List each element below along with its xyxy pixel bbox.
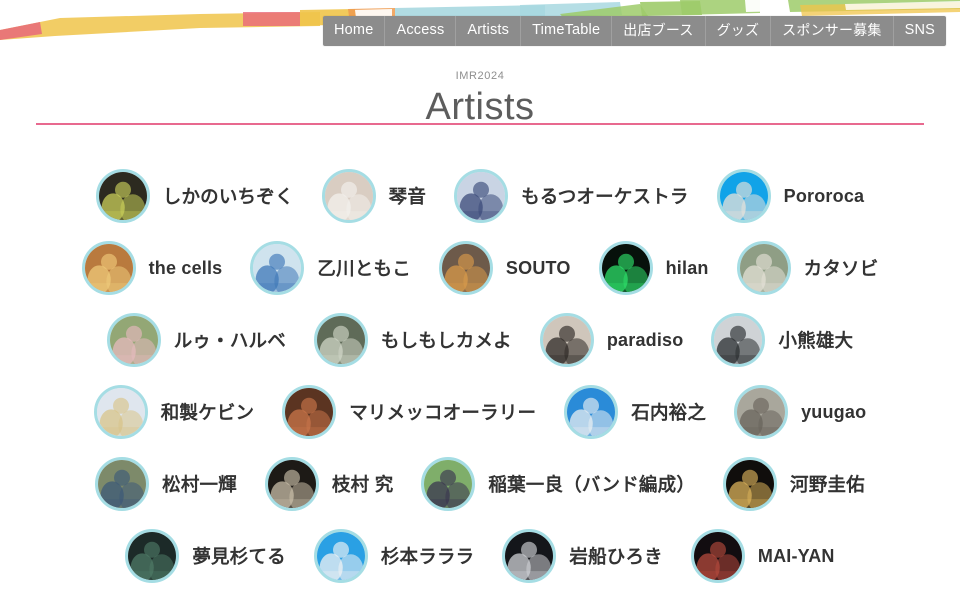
- portrait-group-blue-avatar[interactable]: [716, 169, 771, 223]
- artist-name: 石内裕之: [631, 402, 707, 423]
- nav-item-sns[interactable]: SNS: [894, 16, 946, 46]
- nav-item-sponsors[interactable]: スポンサー募集: [771, 16, 894, 46]
- artist-item[interactable]: SOUTO: [438, 241, 571, 295]
- portrait-man-seated-avatar[interactable]: [95, 457, 150, 511]
- artist-item[interactable]: 和製ケビン: [93, 385, 255, 439]
- portrait-man-beige-avatar[interactable]: [93, 385, 148, 439]
- nav-item-artists[interactable]: Artists: [456, 16, 522, 46]
- artist-item[interactable]: カタソビ: [736, 241, 879, 295]
- top-navigation[interactable]: Home Access Artists TimeTable 出店ブース グッズ …: [322, 16, 946, 46]
- portrait-man-stage-avatar[interactable]: [502, 529, 557, 583]
- artist-name: ルゥ・ハルベ: [173, 330, 286, 351]
- artist-name: もしもしカメよ: [380, 330, 512, 351]
- artist-name: マリメッコオーラリー: [349, 402, 537, 423]
- portrait-woman-garden-avatar[interactable]: [106, 313, 161, 367]
- portrait-guitarist-hat-avatar[interactable]: [438, 241, 493, 295]
- portrait-group-uniform-avatar[interactable]: [454, 169, 509, 223]
- portrait-group-outdoor-avatar[interactable]: [313, 313, 368, 367]
- artist-item[interactable]: 乙川ともこ: [250, 241, 411, 295]
- portrait-guitarist-outdoor-avatar[interactable]: [421, 457, 476, 511]
- artist-name: hilan: [665, 257, 709, 278]
- artist-name: 杉本ラララ: [380, 546, 475, 567]
- artist-item[interactable]: 杉本ラララ: [313, 529, 475, 583]
- artist-item[interactable]: hilan: [598, 241, 709, 295]
- artist-row: 和製ケビン マリメッコオーラリー 石内裕之 yuugao: [0, 376, 960, 448]
- nav-item-timetable[interactable]: TimeTable: [521, 16, 613, 46]
- artist-name: しかのいちぞく: [162, 186, 294, 207]
- portrait-group-studio-avatar[interactable]: [539, 313, 594, 367]
- nav-item-access[interactable]: Access: [385, 16, 457, 46]
- artist-name: 乙川ともこ: [317, 258, 411, 279]
- page-eyebrow: IMR2024: [455, 70, 505, 82]
- nav-item-booths[interactable]: 出店ブース: [612, 16, 706, 46]
- artist-name: Pororoca: [783, 185, 865, 206]
- artist-item[interactable]: MAI-YAN: [690, 529, 835, 583]
- artist-item[interactable]: ルゥ・ハルベ: [106, 313, 286, 367]
- artist-row: しかのいちぞく 琴音 もるつオーケストラ Pororoca: [0, 160, 960, 232]
- artist-name: MAI-YAN: [757, 545, 835, 566]
- artist-item[interactable]: yuugao: [734, 385, 866, 439]
- artist-name: 岩船ひろき: [569, 546, 663, 567]
- artist-name: 枝村 究: [331, 474, 394, 495]
- artist-item[interactable]: 岩船ひろき: [502, 529, 663, 583]
- artist-item[interactable]: 枝村 究: [264, 457, 394, 511]
- artist-row: 夢見杉てる 杉本ラララ 岩船ひろき MAI-YAN: [0, 520, 960, 592]
- portrait-band-warm-avatar[interactable]: [81, 241, 136, 295]
- artist-item[interactable]: the cells: [81, 241, 223, 295]
- artist-name: 夢見杉てる: [192, 546, 286, 567]
- artist-item[interactable]: 稲葉一良（バンド編成）: [421, 457, 695, 511]
- nav-item-home[interactable]: Home: [323, 16, 386, 46]
- portrait-man-bluesky-avatar[interactable]: [313, 529, 368, 583]
- artist-item[interactable]: 小熊雄大: [711, 313, 853, 367]
- nav-item-goods[interactable]: グッズ: [706, 16, 772, 46]
- portrait-duo-outdoor-avatar[interactable]: [736, 241, 791, 295]
- portrait-neon-dark-avatar[interactable]: [598, 241, 653, 295]
- artist-item[interactable]: 琴音: [321, 169, 427, 223]
- artist-name: 琴音: [388, 186, 427, 207]
- portrait-man-lights-avatar[interactable]: [723, 457, 778, 511]
- portrait-man-bw-avatar[interactable]: [711, 313, 766, 367]
- portrait-duo-warm-avatar[interactable]: [282, 385, 337, 439]
- portrait-band-foliage-avatar[interactable]: [95, 169, 150, 223]
- artist-item[interactable]: 石内裕之: [564, 385, 706, 439]
- artist-name: paradiso: [606, 329, 684, 350]
- artist-name: もるつオーケストラ: [521, 186, 689, 207]
- artist-name: the cells: [148, 257, 223, 278]
- artist-item[interactable]: paradiso: [539, 313, 684, 367]
- artist-row: 松村一輝 枝村 究 稲葉一良（バンド編成） 河野圭佑: [0, 448, 960, 520]
- artist-row: the cells 乙川ともこ SOUTO hilan カタソビ: [0, 232, 960, 304]
- artist-item[interactable]: マリメッコオーラリー: [282, 385, 536, 439]
- artist-name: 小熊雄大: [778, 330, 854, 351]
- artist-item[interactable]: Pororoca: [716, 169, 865, 223]
- artist-row: ルゥ・ハルベ もしもしカメよ paradiso 小熊雄大: [0, 304, 960, 376]
- portrait-duo-street-avatar[interactable]: [734, 385, 789, 439]
- title-divider: [36, 123, 924, 125]
- artist-name: 稲葉一良（バンド編成）: [488, 474, 696, 495]
- artist-name: SOUTO: [505, 257, 571, 278]
- artist-item[interactable]: 河野圭佑: [723, 457, 865, 511]
- portrait-man-blue-sky-avatar[interactable]: [564, 385, 619, 439]
- artist-name: 松村一輝: [162, 474, 237, 495]
- portrait-woman-stage-avatar[interactable]: [690, 529, 745, 583]
- portrait-man-dark-avatar[interactable]: [264, 457, 319, 511]
- artist-item[interactable]: もるつオーケストラ: [454, 169, 689, 223]
- artist-item[interactable]: もしもしカメよ: [313, 313, 512, 367]
- portrait-woman-white-avatar[interactable]: [321, 169, 376, 223]
- artist-item[interactable]: 夢見杉てる: [125, 529, 286, 583]
- artist-name: 和製ケビン: [160, 402, 255, 423]
- artist-name: カタソビ: [803, 258, 879, 279]
- portrait-green-dark-avatar[interactable]: [125, 529, 180, 583]
- artist-item[interactable]: しかのいちぞく: [95, 169, 294, 223]
- artist-item[interactable]: 松村一輝: [95, 457, 237, 511]
- artist-name: 河野圭佑: [790, 474, 865, 495]
- artist-name: yuugao: [801, 401, 867, 422]
- portrait-woman-blue-avatar[interactable]: [250, 241, 305, 295]
- artist-list: しかのいちぞく 琴音 もるつオーケストラ Pororoca the cells 乙川ともこ…: [0, 160, 960, 592]
